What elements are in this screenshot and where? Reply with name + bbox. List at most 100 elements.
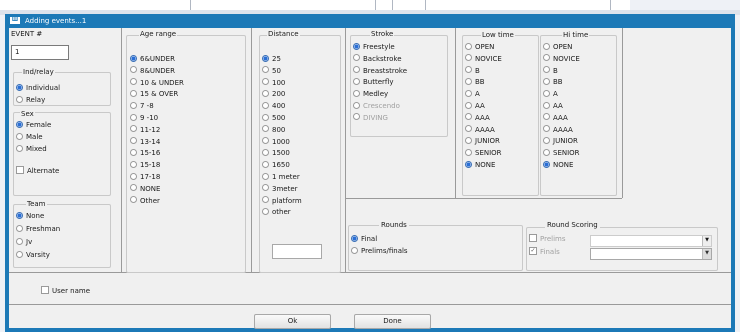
radio-option[interactable]: 1000 xyxy=(262,137,290,147)
radio-option[interactable]: 13-14 xyxy=(130,137,160,147)
radio-option[interactable]: 25 xyxy=(262,54,281,64)
radio-option[interactable]: Backstroke xyxy=(353,54,402,64)
done-button[interactable]: Done xyxy=(354,314,431,329)
radio-option[interactable]: AA xyxy=(543,101,563,111)
prelims-scoring-select[interactable]: ▼ xyxy=(590,235,712,247)
radio-freshman[interactable]: Freshman xyxy=(16,224,60,234)
radio-option[interactable]: OPEN xyxy=(465,42,494,52)
radio-option[interactable]: Other xyxy=(130,196,160,206)
radio-varsity[interactable]: Varsity xyxy=(16,250,50,260)
radio-icon xyxy=(262,89,269,97)
title-bar[interactable]: Ш Adding events...1 xyxy=(5,14,735,28)
finals-checkbox[interactable]: ✓ Finals xyxy=(529,247,560,257)
radio-option[interactable]: other xyxy=(262,207,291,217)
radio-option[interactable]: Crescendo xyxy=(353,101,400,111)
radio-option[interactable]: Breaststroke xyxy=(353,66,407,76)
radio-option[interactable]: AA xyxy=(465,101,485,111)
radio-label: 800 xyxy=(272,125,286,134)
radio-option[interactable]: AAAA xyxy=(543,125,573,135)
checkbox-icon xyxy=(529,234,537,242)
finals-scoring-select[interactable]: ▼ xyxy=(590,248,712,260)
radio-label: 11-12 xyxy=(140,125,161,134)
team-title: Team xyxy=(26,200,47,208)
radio-option[interactable]: 3meter xyxy=(262,184,298,194)
radio-option[interactable]: SENIOR xyxy=(465,148,502,158)
radio-option[interactable]: NONE xyxy=(465,160,495,170)
radio-option[interactable]: BB xyxy=(465,77,485,87)
radio-option[interactable]: 7 -8 xyxy=(130,101,154,111)
radio-jv[interactable]: Jv xyxy=(16,237,32,247)
radio-option[interactable]: 200 xyxy=(262,89,285,99)
radio-prelims-finals[interactable]: Prelims/finals xyxy=(351,246,408,256)
radio-option[interactable]: OPEN xyxy=(543,42,572,52)
distance-other-input[interactable] xyxy=(272,244,322,259)
radio-option[interactable]: NOVICE xyxy=(543,54,580,64)
radio-option[interactable]: 1 meter xyxy=(262,172,300,182)
radio-option[interactable]: B xyxy=(465,66,480,76)
radio-option[interactable]: BB xyxy=(543,77,563,87)
dialog-client-area: EVENT # 1 Ind/relay Individual Relay Sex… xyxy=(9,28,731,329)
radio-label: other xyxy=(272,208,291,217)
radio-option[interactable]: 500 xyxy=(262,113,286,123)
radio-option[interactable]: 400 xyxy=(262,101,285,111)
user-name-checkbox[interactable]: User name xyxy=(41,286,90,296)
radio-option[interactable]: B xyxy=(543,66,558,76)
radio-option[interactable]: AAA xyxy=(465,113,490,123)
radio-mixed[interactable]: Mixed xyxy=(16,144,47,154)
radio-option[interactable]: 1650 xyxy=(262,160,290,170)
grid-cell-divider xyxy=(392,0,393,10)
prelims-checkbox[interactable]: Prelims xyxy=(529,234,565,244)
radio-label: 8&UNDER xyxy=(140,66,175,75)
radio-option[interactable]: platform xyxy=(262,196,302,206)
checkbox-icon xyxy=(16,166,24,174)
radio-icon xyxy=(16,237,23,245)
radio-option[interactable]: DIVING xyxy=(353,113,388,123)
radio-option[interactable]: Medley xyxy=(353,89,388,99)
radio-option[interactable]: NONE xyxy=(130,184,161,194)
radio-label: 15 & OVER xyxy=(140,90,179,99)
radio-option[interactable]: 800 xyxy=(262,125,286,135)
radio-option[interactable]: 1500 xyxy=(262,148,290,158)
radio-option[interactable]: Butterfly xyxy=(353,77,393,87)
radio-male[interactable]: Male xyxy=(16,132,43,142)
radio-option[interactable]: NOVICE xyxy=(465,54,502,64)
radio-team-none[interactable]: None xyxy=(16,211,45,221)
radio-individual[interactable]: Individual xyxy=(16,83,60,93)
radio-female[interactable]: Female xyxy=(16,120,51,130)
radio-icon xyxy=(130,196,137,204)
alternate-checkbox[interactable]: Alternate xyxy=(16,166,59,176)
radio-option[interactable]: 15 & OVER xyxy=(130,89,179,99)
radio-option[interactable]: AAAA xyxy=(465,125,495,135)
radio-option[interactable]: 10 & UNDER xyxy=(130,78,184,88)
radio-option[interactable]: 8&UNDER xyxy=(130,66,175,76)
radio-option[interactable]: JUNIOR xyxy=(465,136,500,146)
radio-label: 500 xyxy=(272,114,286,122)
radio-option[interactable]: SENIOR xyxy=(543,148,580,158)
radio-final[interactable]: Final xyxy=(351,234,377,244)
radio-option[interactable]: NONE xyxy=(543,160,573,170)
radio-label: 1000 xyxy=(272,137,290,146)
radio-option[interactable]: 11-12 xyxy=(130,125,161,135)
stroke-title: Stroke xyxy=(370,30,395,38)
radio-option[interactable]: A xyxy=(465,89,480,99)
radio-option[interactable]: JUNIOR xyxy=(543,136,578,146)
radio-option[interactable]: 50 xyxy=(262,66,281,76)
event-number-input[interactable]: 1 xyxy=(11,45,69,60)
event-number-value: 1 xyxy=(15,48,20,56)
radio-option[interactable]: 6&UNDER xyxy=(130,54,175,64)
radio-option[interactable]: A xyxy=(543,89,558,99)
radio-option[interactable]: 100 xyxy=(262,78,285,88)
radio-option[interactable]: 15-18 xyxy=(130,160,160,170)
radio-label: NONE xyxy=(140,184,161,193)
radio-option[interactable]: AAA xyxy=(543,113,568,123)
radio-option[interactable]: Freestyle xyxy=(353,42,395,52)
radio-option[interactable]: 15-16 xyxy=(130,148,160,158)
radio-icon xyxy=(130,66,137,74)
radio-option[interactable]: 9 -10 xyxy=(130,113,158,123)
ok-button[interactable]: Ok xyxy=(254,314,331,329)
radio-label: None xyxy=(26,212,45,220)
radio-relay[interactable]: Relay xyxy=(16,95,45,105)
radio-option[interactable]: 17-18 xyxy=(130,172,160,182)
column-divider xyxy=(345,28,346,272)
radio-label: 7 -8 xyxy=(140,102,154,111)
